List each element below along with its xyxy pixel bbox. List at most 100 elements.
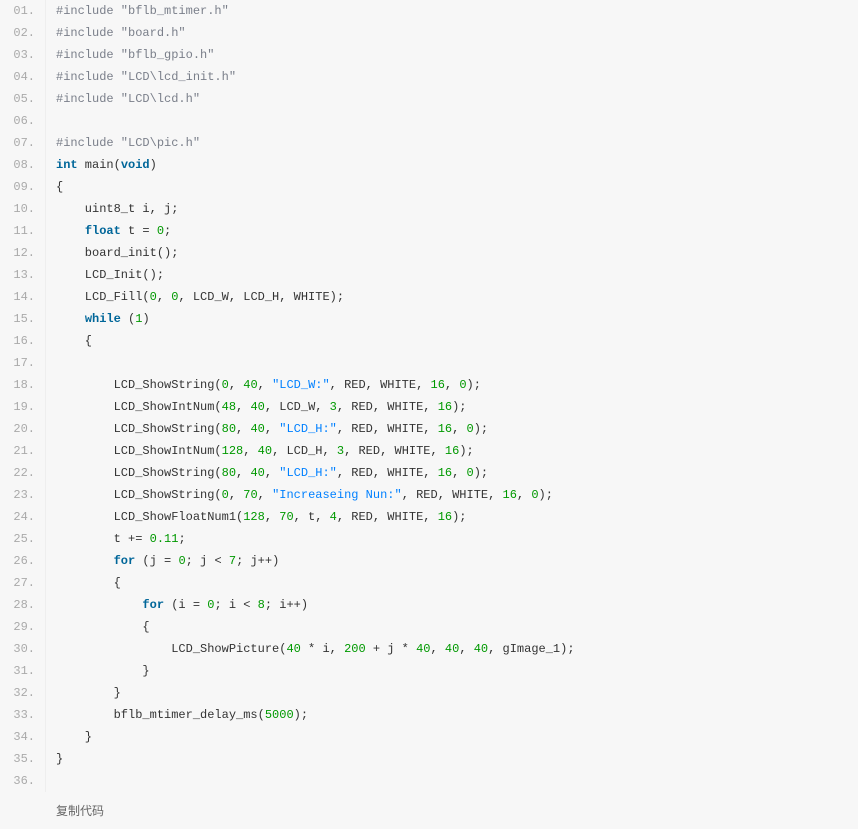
line-number: 04. <box>0 66 46 88</box>
code-line: 12. board_init(); <box>0 242 858 264</box>
copy-code-link[interactable]: 复制代码 <box>0 792 858 829</box>
code-line: 14. LCD_Fill(0, 0, LCD_W, LCD_H, WHITE); <box>0 286 858 308</box>
line-content: LCD_ShowString(80, 40, "LCD_H:", RED, WH… <box>46 462 488 484</box>
code-line: 13. LCD_Init(); <box>0 264 858 286</box>
line-number: 06. <box>0 110 46 132</box>
line-number: 02. <box>0 22 46 44</box>
code-line: 11. float t = 0; <box>0 220 858 242</box>
code-line: 33. bflb_mtimer_delay_ms(5000); <box>0 704 858 726</box>
line-number: 10. <box>0 198 46 220</box>
line-number: 18. <box>0 374 46 396</box>
code-line: 34. } <box>0 726 858 748</box>
code-line: 15. while (1) <box>0 308 858 330</box>
line-content: #include "bflb_mtimer.h" <box>46 0 229 22</box>
line-content: board_init(); <box>46 242 178 264</box>
line-content: { <box>46 616 150 638</box>
line-content: { <box>46 330 92 352</box>
line-content: #include "LCD\pic.h" <box>46 132 200 154</box>
line-content: while (1) <box>46 308 150 330</box>
line-content: for (j = 0; j < 7; j++) <box>46 550 279 572</box>
code-line: 09.{ <box>0 176 858 198</box>
line-number: 32. <box>0 682 46 704</box>
line-number: 36. <box>0 770 46 792</box>
code-line: 31. } <box>0 660 858 682</box>
line-content: #include "bflb_gpio.h" <box>46 44 214 66</box>
line-number: 09. <box>0 176 46 198</box>
line-content: } <box>46 748 63 770</box>
code-line: 27. { <box>0 572 858 594</box>
line-number: 34. <box>0 726 46 748</box>
line-content: LCD_ShowString(0, 40, "LCD_W:", RED, WHI… <box>46 374 481 396</box>
code-line: 30. LCD_ShowPicture(40 * i, 200 + j * 40… <box>0 638 858 660</box>
line-content: LCD_ShowFloatNum1(128, 70, t, 4, RED, WH… <box>46 506 467 528</box>
line-number: 17. <box>0 352 46 374</box>
code-line: 20. LCD_ShowString(80, 40, "LCD_H:", RED… <box>0 418 858 440</box>
line-number: 01. <box>0 0 46 22</box>
code-line: 29. { <box>0 616 858 638</box>
line-number: 15. <box>0 308 46 330</box>
code-line: 01.#include "bflb_mtimer.h" <box>0 0 858 22</box>
line-content: } <box>46 726 92 748</box>
line-number: 16. <box>0 330 46 352</box>
line-content: #include "board.h" <box>46 22 186 44</box>
line-number: 26. <box>0 550 46 572</box>
line-number: 20. <box>0 418 46 440</box>
line-number: 07. <box>0 132 46 154</box>
code-line: 26. for (j = 0; j < 7; j++) <box>0 550 858 572</box>
line-number: 33. <box>0 704 46 726</box>
code-line: 02.#include "board.h" <box>0 22 858 44</box>
code-line: 32. } <box>0 682 858 704</box>
line-content: t += 0.11; <box>46 528 186 550</box>
line-content: LCD_ShowIntNum(48, 40, LCD_W, 3, RED, WH… <box>46 396 467 418</box>
line-number: 22. <box>0 462 46 484</box>
line-content: LCD_Fill(0, 0, LCD_W, LCD_H, WHITE); <box>46 286 344 308</box>
line-content: uint8_t i, j; <box>46 198 178 220</box>
line-content: } <box>46 682 121 704</box>
code-line: 28. for (i = 0; i < 8; i++) <box>0 594 858 616</box>
line-number: 08. <box>0 154 46 176</box>
line-content: LCD_ShowPicture(40 * i, 200 + j * 40, 40… <box>46 638 575 660</box>
line-content: int main(void) <box>46 154 157 176</box>
code-line: 21. LCD_ShowIntNum(128, 40, LCD_H, 3, RE… <box>0 440 858 462</box>
line-number: 21. <box>0 440 46 462</box>
line-number: 23. <box>0 484 46 506</box>
code-line: 18. LCD_ShowString(0, 40, "LCD_W:", RED,… <box>0 374 858 396</box>
code-line: 36. <box>0 770 858 792</box>
line-content: { <box>46 176 63 198</box>
line-content: float t = 0; <box>46 220 171 242</box>
line-number: 31. <box>0 660 46 682</box>
line-content: LCD_ShowString(0, 70, "Increaseing Nun:"… <box>46 484 553 506</box>
line-content: LCD_ShowIntNum(128, 40, LCD_H, 3, RED, W… <box>46 440 474 462</box>
code-line: 22. LCD_ShowString(80, 40, "LCD_H:", RED… <box>0 462 858 484</box>
line-content: #include "LCD\lcd_init.h" <box>46 66 236 88</box>
line-number: 05. <box>0 88 46 110</box>
code-line: 07.#include "LCD\pic.h" <box>0 132 858 154</box>
line-number: 29. <box>0 616 46 638</box>
code-line: 23. LCD_ShowString(0, 70, "Increaseing N… <box>0 484 858 506</box>
line-content: LCD_ShowString(80, 40, "LCD_H:", RED, WH… <box>46 418 488 440</box>
code-line: 05.#include "LCD\lcd.h" <box>0 88 858 110</box>
line-number: 25. <box>0 528 46 550</box>
code-line: 35.} <box>0 748 858 770</box>
code-line: 10. uint8_t i, j; <box>0 198 858 220</box>
line-number: 24. <box>0 506 46 528</box>
line-content: bflb_mtimer_delay_ms(5000); <box>46 704 308 726</box>
code-line: 24. LCD_ShowFloatNum1(128, 70, t, 4, RED… <box>0 506 858 528</box>
line-number: 03. <box>0 44 46 66</box>
line-content: LCD_Init(); <box>46 264 164 286</box>
line-number: 35. <box>0 748 46 770</box>
code-line: 06. <box>0 110 858 132</box>
line-content: } <box>46 660 150 682</box>
code-line: 16. { <box>0 330 858 352</box>
code-lines: 01.#include "bflb_mtimer.h"02.#include "… <box>0 0 858 792</box>
line-content: #include "LCD\lcd.h" <box>46 88 200 110</box>
line-number: 11. <box>0 220 46 242</box>
code-line: 04.#include "LCD\lcd_init.h" <box>0 66 858 88</box>
line-number: 30. <box>0 638 46 660</box>
code-block: 01.#include "bflb_mtimer.h"02.#include "… <box>0 0 858 792</box>
line-number: 14. <box>0 286 46 308</box>
line-number: 13. <box>0 264 46 286</box>
code-line: 03.#include "bflb_gpio.h" <box>0 44 858 66</box>
line-number: 28. <box>0 594 46 616</box>
code-container: 01.#include "bflb_mtimer.h"02.#include "… <box>0 0 858 829</box>
